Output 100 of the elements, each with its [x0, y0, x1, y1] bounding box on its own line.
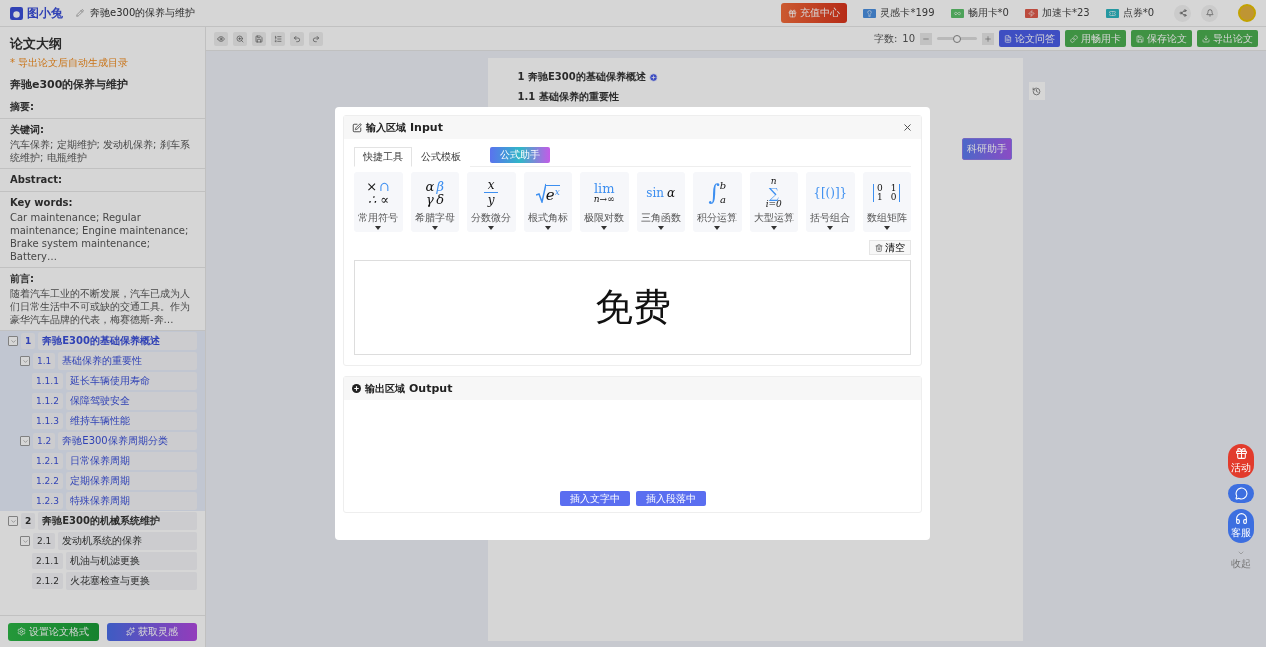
outline-number: 2: [21, 513, 36, 529]
history-button[interactable]: [1028, 82, 1045, 100]
chat-icon: [1234, 487, 1248, 500]
word-count-label: 字数:: [873, 31, 898, 46]
zoom-in-button[interactable]: [982, 32, 994, 45]
toolbar-button[interactable]: 用畅用卡: [1065, 30, 1126, 47]
outline-item[interactable]: 奔驰E300的机械系统维护: [38, 512, 197, 530]
headset-icon: [1234, 512, 1248, 525]
undo-button[interactable]: [290, 31, 304, 46]
avatar[interactable]: [1238, 4, 1256, 22]
word-count: 10: [902, 33, 915, 44]
history-icon: [1032, 86, 1041, 96]
outline-item[interactable]: 火花塞检查与更换: [65, 572, 197, 590]
outline-item[interactable]: 日常保养周期: [65, 452, 197, 470]
document-icon: [1004, 34, 1012, 43]
card-count: 畅用卡*0: [967, 6, 1009, 20]
assistant-button[interactable]: 科研助手: [961, 138, 1012, 160]
toolbar-button[interactable]: 保存论文: [1131, 30, 1192, 47]
insert-button[interactable]: 插入文字中: [559, 491, 630, 506]
sidebar-button[interactable]: 设置论文格式: [8, 622, 99, 641]
card-count: 灵感卡*199: [880, 6, 935, 20]
zoom-button[interactable]: [233, 31, 247, 46]
recharge-button[interactable]: 充值中心: [781, 3, 848, 23]
share-button[interactable]: [1174, 4, 1191, 22]
formula-input-field[interactable]: 免费: [354, 260, 911, 355]
collapse-toggle[interactable]: [20, 436, 30, 446]
outline-item[interactable]: 基础保养的重要性: [58, 352, 197, 370]
section-heading: 前言:: [10, 272, 35, 286]
outline-number: 1.1.1: [32, 373, 63, 389]
formula-tool[interactable]: 0 1 1 0 数组矩阵: [862, 172, 911, 232]
sidebar-button[interactable]: 获取灵感: [106, 622, 197, 641]
add-icon: [648, 72, 658, 82]
section-heading: 关键词:: [10, 123, 45, 137]
outline-item[interactable]: 维持车辆性能: [65, 412, 197, 430]
outline-item[interactable]: 保障驾驶安全: [65, 392, 197, 410]
list-button[interactable]: [271, 31, 285, 46]
collapse-toggle[interactable]: [20, 356, 30, 366]
collapse-toggle[interactable]: [8, 516, 18, 526]
document-subheading: 1.1 基础保养的重要性: [517, 90, 620, 104]
close-button[interactable]: [902, 122, 913, 133]
collapse-button[interactable]: 收起: [1231, 549, 1251, 571]
tab[interactable]: 快捷工具: [354, 147, 412, 167]
clear-button[interactable]: 清空: [869, 240, 911, 255]
notification-button[interactable]: [1201, 4, 1218, 22]
outline-title: 论文大纲: [8, 35, 63, 53]
outline-number: 1.2.1: [32, 453, 63, 469]
gift-icon: [788, 8, 798, 18]
formula-tool[interactable]: {[()]} 括号组合: [806, 172, 855, 232]
outline-item[interactable]: 机油与机滤更换: [65, 552, 197, 570]
caret-icon: [883, 226, 890, 230]
outline-item[interactable]: 奔驰E300的基础保养概述: [38, 332, 197, 350]
collapse-toggle[interactable]: [8, 336, 18, 346]
caret-icon: [488, 226, 495, 230]
outline-number: 2.1.2: [32, 573, 63, 589]
formula-tool[interactable]: sin α 三角函数: [636, 172, 685, 232]
chevron-icon: [21, 357, 29, 365]
document-heading: 1 奔驰E300的基础保养概述: [517, 70, 646, 84]
section-text: 汽车保养; 定期维护; 发动机保养; 刹车系统维护; 电瓶维护: [10, 138, 191, 164]
caret-icon: [714, 226, 721, 230]
logo-icon: [10, 6, 23, 20]
outline-item[interactable]: 特殊保养周期: [65, 492, 197, 510]
chevron-icon: [21, 437, 29, 445]
chat-button[interactable]: [1228, 484, 1254, 503]
formula-tool[interactable]: lim n→∞ 极限对数: [580, 172, 629, 232]
outline-item[interactable]: 延长车辆使用寿命: [65, 372, 197, 390]
formula-assistant-button[interactable]: 公式助手: [490, 147, 550, 163]
trash-icon: [875, 243, 883, 252]
radical-icon: [535, 182, 546, 203]
caret-icon: [657, 226, 664, 230]
close-icon: [902, 122, 913, 133]
toolbar-button[interactable]: 论文问答: [999, 30, 1060, 47]
section-text: Car maintenance; Regular maintenance; Engine maintenance; Brake system maintenance; Battery…: [10, 211, 190, 263]
formula-tool[interactable]: α β γ δ 希腊字母: [410, 172, 459, 232]
toolbar-button[interactable]: 导出论文: [1197, 30, 1258, 47]
formula-tool[interactable]: n ∑ i=0 大型运算: [749, 172, 798, 232]
zoom-out-button[interactable]: [920, 32, 932, 45]
outline-item[interactable]: 定期保养周期: [65, 472, 197, 490]
caret-icon: [375, 226, 382, 230]
slider-thumb[interactable]: [953, 34, 961, 43]
activity-button[interactable]: 活动: [1228, 444, 1254, 478]
collapse-toggle[interactable]: [20, 536, 30, 546]
service-button[interactable]: 客服: [1228, 509, 1254, 543]
caret-icon: [544, 226, 551, 230]
bell-icon: [1205, 9, 1214, 17]
outline-item[interactable]: 发动机系统的保养: [58, 532, 197, 550]
outline-item[interactable]: 奔驰E300保养周期分类: [58, 432, 197, 450]
document-title[interactable]: 奔驰e300的保养与维护: [90, 6, 196, 20]
share-icon: [1178, 9, 1187, 17]
outline-number: 1.1.2: [32, 393, 63, 409]
save-button[interactable]: [252, 31, 266, 46]
formula-tool[interactable]: ×∩ ∴ ∝ 常用符号: [354, 172, 403, 232]
caret-icon: [431, 226, 438, 230]
outline-number: 1.2: [33, 433, 56, 449]
redo-button[interactable]: [309, 31, 323, 46]
preview-button[interactable]: [214, 31, 228, 46]
link-icon: [1070, 34, 1078, 43]
insert-button[interactable]: 插入段落中: [635, 491, 706, 506]
chevron-icon: [1237, 549, 1245, 557]
section-heading: 摘要:: [10, 100, 35, 114]
formula-tool[interactable]: x y 分数微分: [467, 172, 516, 232]
